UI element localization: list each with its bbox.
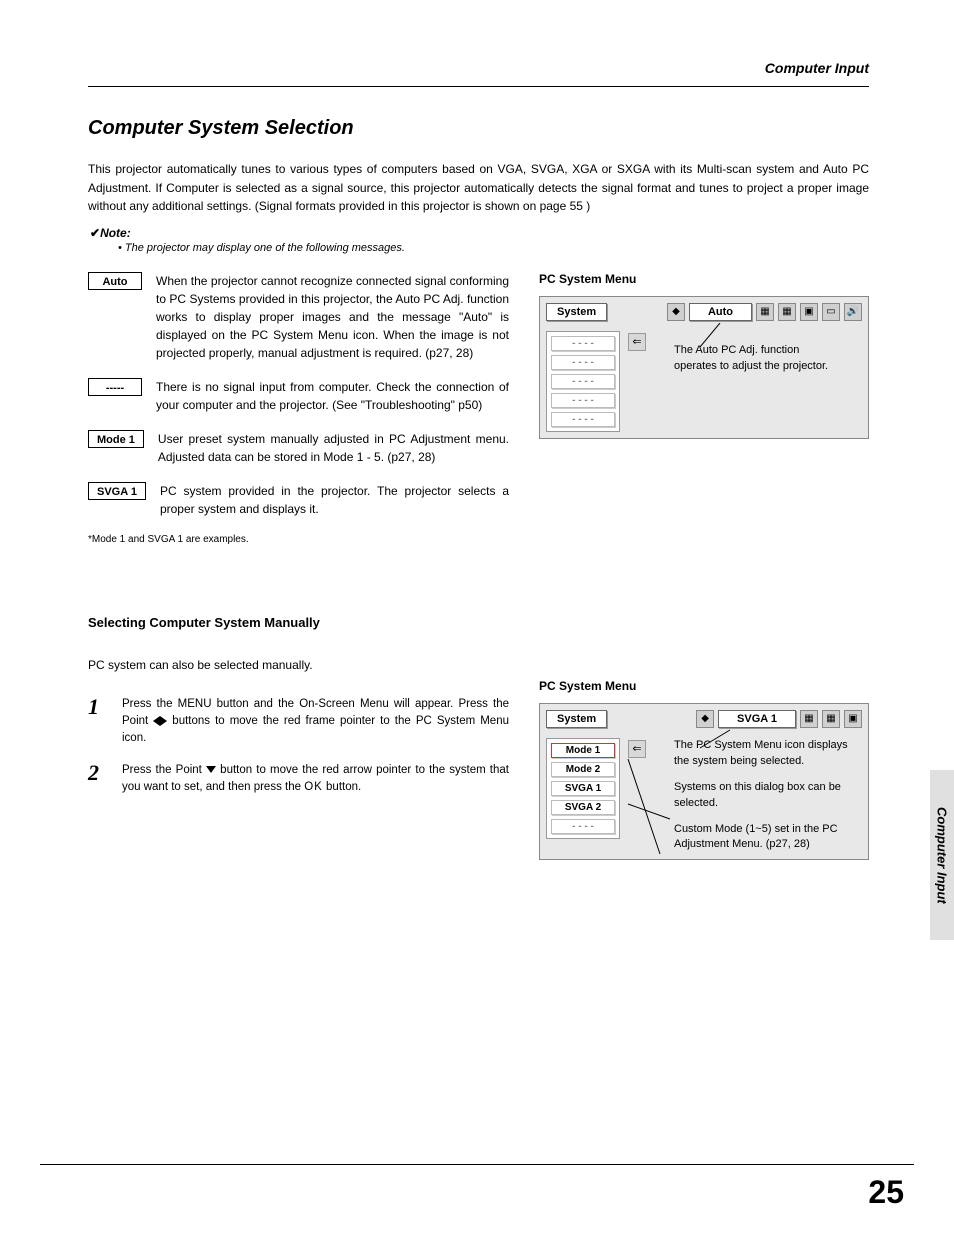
menu2-selected: SVGA 1: [718, 710, 796, 728]
manual-lead: PC system can also be selected manually.: [88, 658, 509, 672]
page-title: Computer System Selection: [88, 117, 869, 140]
menu2-item-svga1: SVGA 1: [551, 781, 615, 796]
menu2-callout-3: Custom Mode (1~5) set in the PC Adjustme…: [674, 822, 854, 854]
menu1-back-icon: ⇐: [628, 333, 646, 351]
menu2-box: System ◆ SVGA 1 ▦ ▦ ▣ Mode 1 Mode 2: [539, 703, 869, 861]
menu2-icon-2: ▦: [800, 710, 818, 728]
menu2-icon-4: ▣: [844, 710, 862, 728]
section-header: Computer Input: [88, 60, 869, 76]
header-rule: [88, 86, 869, 87]
menu1-system-label: System: [546, 303, 607, 321]
note-heading: ✔Note:: [90, 226, 869, 240]
badge-auto: Auto: [88, 272, 142, 290]
step-2-text: Press the Point button to move the red a…: [122, 762, 509, 797]
menu1-item-4: - - - -: [551, 393, 615, 408]
menu2-callout-1: The PC System Menu icon displays the sys…: [674, 738, 854, 770]
menu1-icon-4: ▣: [800, 303, 818, 321]
menu2-list: Mode 1 Mode 2 SVGA 1 SVGA 2 - - - -: [546, 738, 620, 839]
footer-rule: [40, 1164, 914, 1165]
menu1-icon-3: ▦: [778, 303, 796, 321]
system-msg-svga1: SVGA 1 PC system provided in the project…: [88, 482, 509, 518]
menu1-item-5: - - - -: [551, 412, 615, 427]
step-1-text: Press the MENU button and the On-Screen …: [122, 696, 509, 748]
menu1-list: - - - - - - - - - - - - - - - - - - - -: [546, 331, 620, 432]
desc-none: There is no signal input from computer. …: [156, 378, 509, 414]
menu2-item-mode2: Mode 2: [551, 762, 615, 777]
footnote: *Mode 1 and SVGA 1 are examples.: [88, 534, 509, 545]
step-1-number: 1: [88, 696, 106, 748]
intro-paragraph: This projector automatically tunes to va…: [88, 160, 869, 216]
menu2-title: PC System Menu: [539, 679, 869, 693]
point-left-icon: [153, 716, 160, 726]
system-msg-mode1: Mode 1 User preset system manually adjus…: [88, 430, 509, 466]
menu1-selected: Auto: [689, 303, 752, 321]
menu2-icon-3: ▦: [822, 710, 840, 728]
menu1-icon-1: ◆: [667, 303, 685, 321]
menu2-system-label: System: [546, 710, 607, 728]
menu2-item-mode1: Mode 1: [551, 743, 615, 758]
step-2-number: 2: [88, 762, 106, 797]
menu1-icon-2: ▦: [756, 303, 774, 321]
menu1-item-3: - - - -: [551, 374, 615, 389]
step-2: 2 Press the Point button to move the red…: [88, 762, 509, 797]
menu2-back-icon: ⇐: [628, 740, 646, 758]
page-number: 25: [868, 1174, 904, 1211]
menu1-item-1: - - - -: [551, 336, 615, 351]
desc-auto: When the projector cannot recognize conn…: [156, 272, 509, 362]
menu1-item-2: - - - -: [551, 355, 615, 370]
note-bullet: • The projector may display one of the f…: [118, 242, 869, 254]
desc-svga1: PC system provided in the projector. The…: [160, 482, 509, 518]
menu2-callout-2: Systems on this dialog box can be select…: [674, 780, 854, 812]
menu1-title: PC System Menu: [539, 272, 869, 286]
menu1-box: System ◆ Auto ▦ ▦ ▣ ▭ 🔊 - - - - - - - - …: [539, 296, 869, 439]
badge-svga1: SVGA 1: [88, 482, 146, 500]
system-msg-auto: Auto When the projector cannot recognize…: [88, 272, 509, 362]
badge-mode1: Mode 1: [88, 430, 144, 448]
badge-none: -----: [88, 378, 142, 396]
step-1: 1 Press the MENU button and the On-Scree…: [88, 696, 509, 748]
side-tab: Computer Input: [930, 770, 954, 940]
menu1-callout: The Auto PC Adj. function operates to ad…: [674, 343, 834, 375]
system-msg-none: ----- There is no signal input from comp…: [88, 378, 509, 414]
menu1-icon-5: ▭: [822, 303, 840, 321]
menu2-item-blank: - - - -: [551, 819, 615, 834]
desc-mode1: User preset system manually adjusted in …: [158, 430, 509, 466]
menu2-item-svga2: SVGA 2: [551, 800, 615, 815]
point-down-icon: [206, 766, 216, 773]
menu1-icon-6: 🔊: [844, 303, 862, 321]
menu2-icon-1: ◆: [696, 710, 714, 728]
manual-heading: Selecting Computer System Manually: [88, 615, 509, 630]
